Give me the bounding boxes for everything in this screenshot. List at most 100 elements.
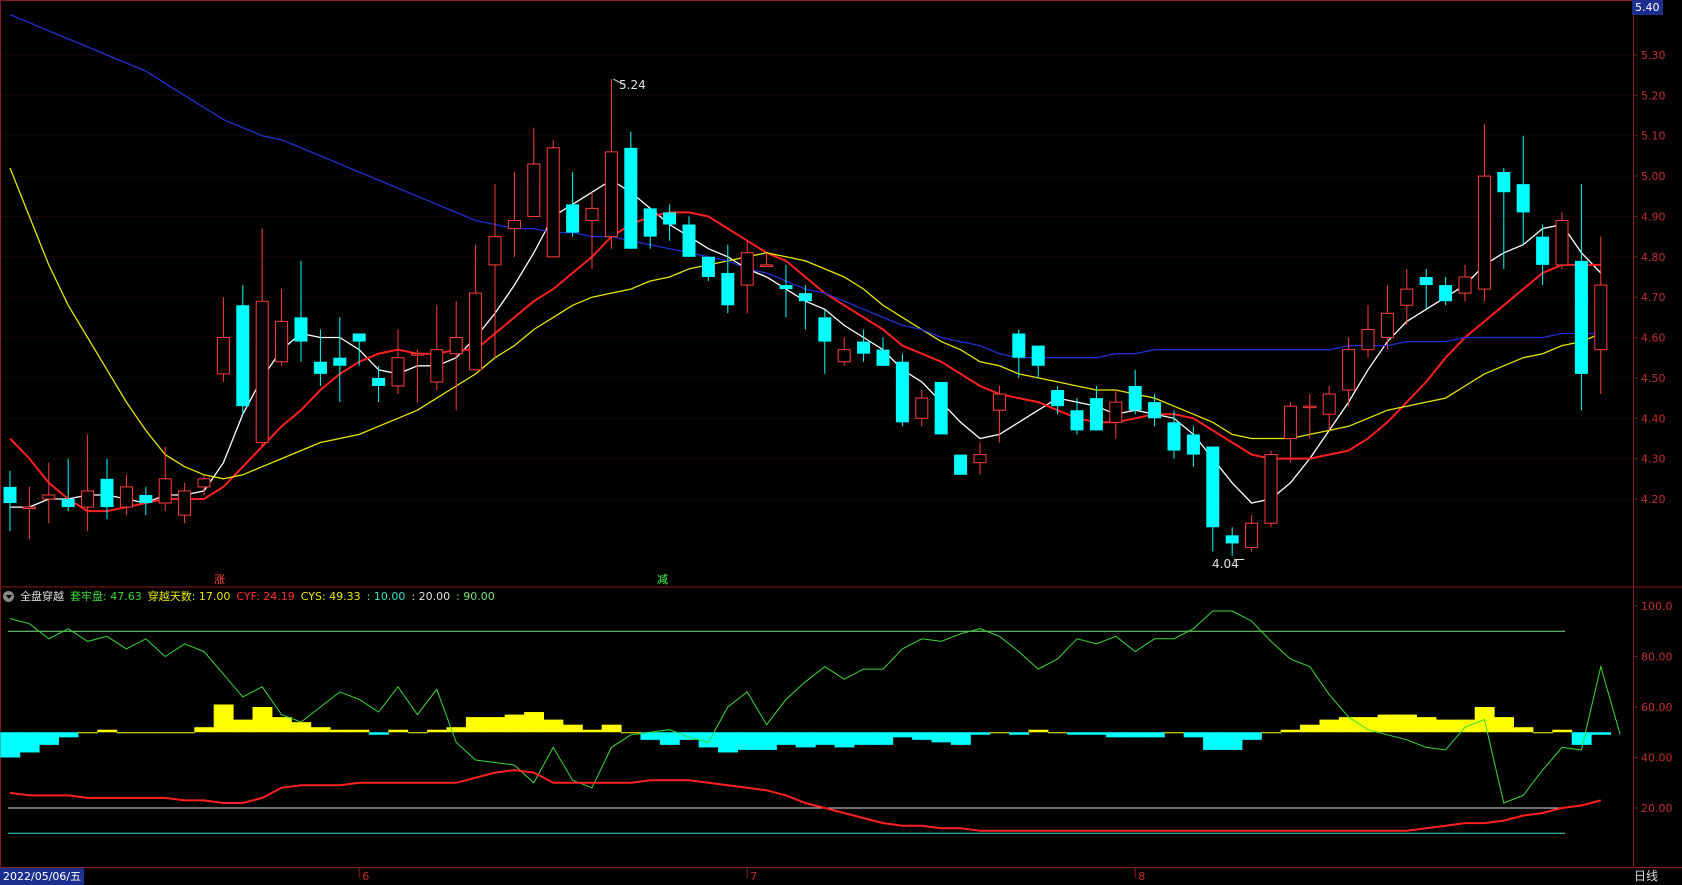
candle[interactable] xyxy=(178,482,192,524)
candle[interactable] xyxy=(701,256,715,282)
candle-body xyxy=(1361,328,1375,351)
candle[interactable] xyxy=(1109,390,1123,439)
indicator-name[interactable]: 全盘穿越 xyxy=(20,588,64,604)
candle[interactable] xyxy=(1148,394,1162,427)
candle-body xyxy=(119,486,133,508)
candle[interactable] xyxy=(1477,123,1491,302)
period-label[interactable]: 日线 xyxy=(1634,868,1658,885)
candle[interactable] xyxy=(469,244,483,371)
candle[interactable] xyxy=(604,79,618,249)
candle[interactable] xyxy=(527,127,541,217)
candle[interactable] xyxy=(1283,402,1297,463)
histogram-bar xyxy=(1455,719,1476,733)
candle[interactable] xyxy=(1186,426,1200,467)
candle[interactable] xyxy=(1439,277,1453,306)
candle[interactable] xyxy=(624,131,638,249)
candle[interactable] xyxy=(3,470,17,532)
candle[interactable] xyxy=(1497,168,1511,269)
candle[interactable] xyxy=(954,454,968,475)
candle[interactable] xyxy=(663,204,677,241)
candle-body xyxy=(1167,422,1181,451)
candle[interactable] xyxy=(1400,268,1414,326)
histogram-bar xyxy=(1067,732,1088,735)
candle[interactable] xyxy=(236,285,250,415)
candle[interactable] xyxy=(81,434,95,532)
candle[interactable] xyxy=(1574,184,1588,411)
candle[interactable] xyxy=(1206,446,1220,552)
candle[interactable] xyxy=(507,172,521,257)
candle[interactable] xyxy=(895,353,909,427)
candle[interactable] xyxy=(22,486,36,540)
indicator-value-line20: : 20.00 xyxy=(411,589,451,603)
candle[interactable] xyxy=(294,260,308,362)
histogram-bar xyxy=(1416,717,1437,733)
candle[interactable] xyxy=(1419,268,1433,310)
histogram-bar xyxy=(349,729,370,733)
candlesticks[interactable] xyxy=(3,79,1608,556)
candle[interactable] xyxy=(1012,329,1026,378)
candle-body xyxy=(1439,285,1453,302)
candle[interactable] xyxy=(1555,212,1569,269)
histogram-bar xyxy=(718,732,738,753)
candle-body xyxy=(798,293,812,302)
histogram-bar xyxy=(1571,732,1592,745)
candle[interactable] xyxy=(1128,369,1142,415)
candle[interactable] xyxy=(915,390,929,427)
candle[interactable] xyxy=(798,285,812,330)
candle[interactable] xyxy=(1380,285,1394,350)
price-tick-label: 4.40 xyxy=(1641,412,1666,425)
candle[interactable] xyxy=(1303,394,1317,439)
candle[interactable] xyxy=(1594,236,1608,395)
histogram-bar xyxy=(465,717,486,733)
candle[interactable] xyxy=(158,446,172,512)
candle[interactable] xyxy=(546,139,560,258)
candle[interactable] xyxy=(42,462,56,524)
histogram-bar xyxy=(1047,732,1068,734)
candle[interactable] xyxy=(1264,450,1278,528)
candle[interactable] xyxy=(1516,135,1530,245)
candle[interactable] xyxy=(682,216,696,257)
candle[interactable] xyxy=(973,442,987,475)
candle[interactable] xyxy=(410,349,424,403)
candle[interactable] xyxy=(740,240,754,314)
candle-body xyxy=(1303,405,1317,409)
candle[interactable] xyxy=(1031,345,1045,378)
candle[interactable] xyxy=(430,305,444,391)
candle[interactable] xyxy=(1361,305,1375,358)
candle[interactable] xyxy=(61,458,75,512)
candle[interactable] xyxy=(1051,385,1065,415)
candle[interactable] xyxy=(818,309,832,374)
histogram-bar xyxy=(1222,732,1243,750)
candle[interactable] xyxy=(216,297,230,382)
candle-body xyxy=(372,377,386,386)
candle[interactable] xyxy=(275,289,289,366)
candle[interactable] xyxy=(1089,385,1103,431)
candle[interactable] xyxy=(837,337,851,366)
candle[interactable] xyxy=(255,228,269,447)
candle[interactable] xyxy=(391,329,405,395)
candle[interactable] xyxy=(1225,527,1239,556)
candle[interactable] xyxy=(566,172,580,237)
histogram-bar xyxy=(427,729,447,733)
candle[interactable] xyxy=(992,385,1006,443)
candle[interactable] xyxy=(139,486,153,516)
candle[interactable] xyxy=(449,301,463,411)
candle-body xyxy=(1574,260,1588,374)
candle-body xyxy=(779,285,793,290)
candle[interactable] xyxy=(934,381,948,435)
candle[interactable] xyxy=(876,337,890,366)
candle[interactable] xyxy=(488,184,502,358)
candle[interactable] xyxy=(333,317,347,403)
candle[interactable] xyxy=(119,474,133,516)
candle[interactable] xyxy=(643,208,657,249)
candle[interactable] xyxy=(1458,264,1472,302)
candle-body xyxy=(876,349,890,366)
candle[interactable] xyxy=(779,264,793,318)
price-tick-label: 4.70 xyxy=(1641,291,1666,304)
candle[interactable] xyxy=(585,192,599,269)
indicator-menu-icon[interactable] xyxy=(3,590,14,602)
candle[interactable] xyxy=(1245,515,1259,552)
histogram-bar xyxy=(407,732,428,734)
histogram-bar xyxy=(1028,729,1049,733)
candle-body xyxy=(1477,175,1491,290)
